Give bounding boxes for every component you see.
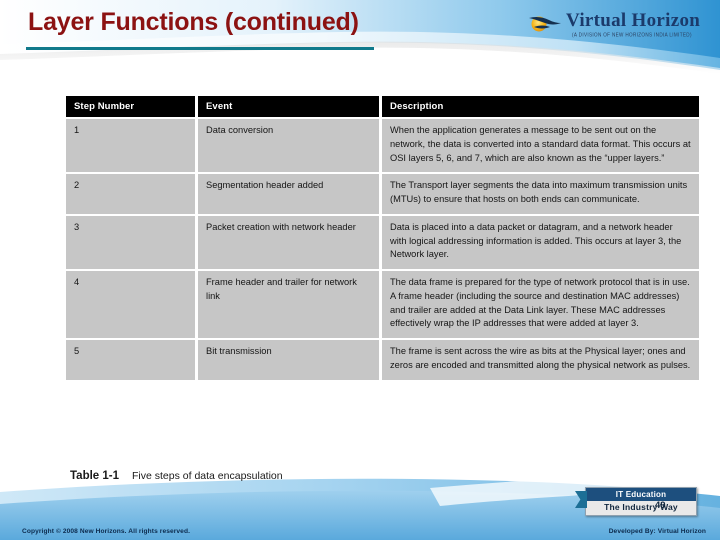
logo-wordmark: Virtual Horizon (566, 10, 701, 31)
encapsulation-table: Step Number Event Description 1 Data con… (63, 94, 702, 382)
cell-step-number: 5 (66, 340, 195, 380)
cell-event: Bit transmission (198, 340, 379, 380)
ribbon-icon (575, 491, 587, 508)
slide-canvas: Layer Functions (continued) Virtual Hori… (0, 0, 720, 540)
page-title: Layer Functions (continued) (28, 8, 359, 36)
cell-event: Packet creation with network header (198, 215, 379, 269)
table-header-row: Step Number Event Description (66, 96, 699, 117)
it-education-badge: IT Education The Industry Way (575, 487, 697, 516)
encapsulation-table-wrapper: Step Number Event Description 1 Data con… (66, 96, 699, 380)
badge-top-line: IT Education (586, 488, 696, 501)
brand-logo: Virtual Horizon (A DIVISION OF NEW HORIZ… (528, 10, 714, 48)
table-row: 3 Packet creation with network header Da… (66, 215, 699, 269)
cell-event: Data conversion (198, 119, 379, 173)
cell-event: Segmentation header added (198, 174, 379, 214)
cell-step-number: 2 (66, 174, 195, 214)
cell-step-number: 3 (66, 215, 195, 269)
column-header-step-number: Step Number (66, 96, 195, 117)
table-row: 5 Bit transmission The frame is sent acr… (66, 340, 699, 380)
cell-step-number: 4 (66, 271, 195, 338)
table-row: 2 Segmentation header added The Transpor… (66, 174, 699, 214)
column-header-event: Event (198, 96, 379, 117)
caption-text: Five steps of data encapsulation (132, 470, 283, 482)
table-caption: Table 1-1 Five steps of data encapsulatio… (70, 470, 283, 482)
table-row: 1 Data conversion When the application g… (66, 119, 699, 173)
footer-developed-by: Developed By: Virtual Horizon (608, 528, 706, 535)
cell-description: When the application generates a message… (382, 119, 699, 173)
sun-bird-icon (528, 12, 562, 34)
table-row: 4 Frame header and trailer for network l… (66, 271, 699, 338)
cell-description: The frame is sent across the wire as bit… (382, 340, 699, 380)
column-header-description: Description (382, 96, 699, 117)
logo-tagline: (A DIVISION OF NEW HORIZONS INDIA LIMITE… (572, 32, 692, 38)
cell-event: Frame header and trailer for network lin… (198, 271, 379, 338)
cell-description: The Transport layer segments the data in… (382, 174, 699, 214)
cell-description: Data is placed into a data packet or dat… (382, 215, 699, 269)
cell-description: The data frame is prepared for the type … (382, 271, 699, 338)
cell-step-number: 1 (66, 119, 195, 173)
title-underline (26, 47, 374, 50)
footer-copyright: Copyright © 2008 New Horizons. All right… (22, 528, 191, 535)
badge-bottom-line: The Industry Way (604, 502, 678, 512)
caption-label: Table 1-1 (70, 470, 119, 482)
page-number: 49 (655, 500, 666, 511)
